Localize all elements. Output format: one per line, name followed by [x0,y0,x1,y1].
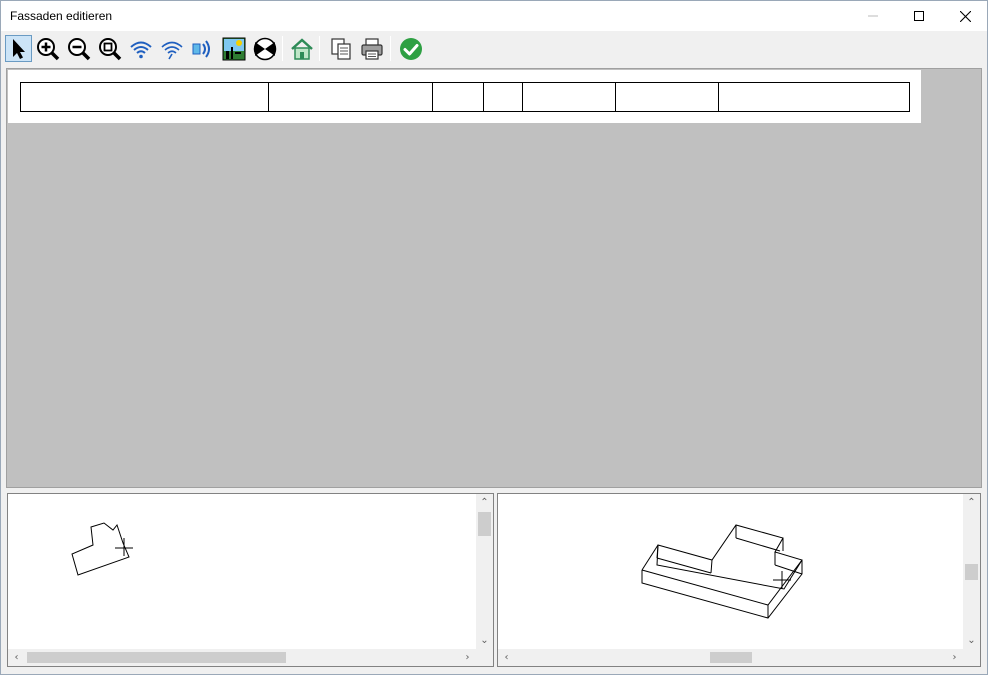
scroll-corner [963,649,980,666]
copy-button[interactable] [327,35,354,62]
window-title: Fassaden editieren [10,9,113,23]
zoom-in-button[interactable] [34,35,61,62]
confirm-button[interactable] [397,35,424,62]
maximize-icon [914,11,924,21]
sound-wave-icon [192,39,210,58]
shading-button[interactable] [251,35,278,62]
toolbar-separator [319,36,320,61]
toolbar-separator [390,36,391,61]
background-image-button[interactable] [220,35,247,62]
minimize-icon [868,15,878,17]
zoom-extents-icon [98,37,121,60]
facade-workspace[interactable] [6,68,982,488]
facade-table[interactable] [20,82,910,112]
zoom-in-icon [36,37,59,60]
3d-building-drawing [641,524,803,619]
scroll-down-icon[interactable]: ⌄ [476,632,493,649]
app-window: Fassaden editieren ⌃ ⌄ ‹ › ⌃ ⌄ ‹ › [0,0,988,675]
scroll-corner [476,649,493,666]
plan-view-pane[interactable]: ⌃ ⌄ ‹ › [7,493,494,667]
table-row[interactable] [20,82,910,112]
scroll-thumb[interactable] [478,512,491,536]
close-icon [959,10,971,22]
scroll-left-icon[interactable]: ‹ [8,649,25,666]
scroll-down-icon[interactable]: ⌄ [963,632,980,649]
signal-wave-alt-icon [160,41,183,59]
floor-plan-drawing [71,522,133,576]
table-cell[interactable] [267,82,433,112]
scroll-up-icon[interactable]: ⌃ [476,494,493,511]
zoom-extents-button[interactable] [96,35,123,62]
sound-tool-button[interactable] [189,35,216,62]
crosshair-cursor [115,538,133,556]
print-button[interactable] [358,35,385,62]
plan-horizontal-scrollbar[interactable]: ‹ › [8,649,476,666]
house-icon [290,37,313,60]
scroll-thumb[interactable] [27,652,286,663]
signal-tool-button[interactable] [127,35,154,62]
3d-view-pane[interactable]: ⌃ ⌄ ‹ › [497,493,981,667]
plan-vertical-scrollbar[interactable]: ⌃ ⌄ [476,494,493,649]
confirm-check-icon [399,37,422,60]
3d-vertical-scrollbar[interactable]: ⌃ ⌄ [963,494,980,649]
landscape-image-icon [222,37,245,60]
scroll-thumb[interactable] [710,652,752,663]
crosshair-cursor [773,571,791,589]
table-cell[interactable] [20,82,269,112]
home-button[interactable] [288,35,315,62]
scroll-thumb[interactable] [965,564,978,580]
signal-alt-tool-button[interactable] [158,35,185,62]
signal-wave-icon [129,41,152,58]
close-button[interactable] [942,1,988,31]
pointer-arrow-icon [12,38,25,59]
scroll-right-icon[interactable]: › [946,649,963,666]
bowtie-shading-icon [253,37,276,60]
zoom-out-icon [67,37,90,60]
scroll-up-icon[interactable]: ⌃ [963,494,980,511]
copy-document-icon [330,37,351,60]
table-cell[interactable] [431,82,485,112]
3d-horizontal-scrollbar[interactable]: ‹ › [498,649,963,666]
facade-table-panel [8,70,921,123]
printer-icon [360,37,383,60]
table-cell[interactable] [522,82,617,112]
scroll-left-icon[interactable]: ‹ [498,649,515,666]
scroll-right-icon[interactable]: › [459,649,476,666]
title-bar: Fassaden editieren [1,1,987,31]
zoom-out-button[interactable] [65,35,92,62]
table-cell[interactable] [718,82,910,112]
toolbar-separator [282,36,283,61]
toolbar [1,32,987,67]
select-tool-button[interactable] [5,35,32,62]
table-cell[interactable] [483,82,524,112]
maximize-button[interactable] [896,1,942,31]
table-cell[interactable] [615,82,720,112]
minimize-button[interactable] [850,1,896,31]
